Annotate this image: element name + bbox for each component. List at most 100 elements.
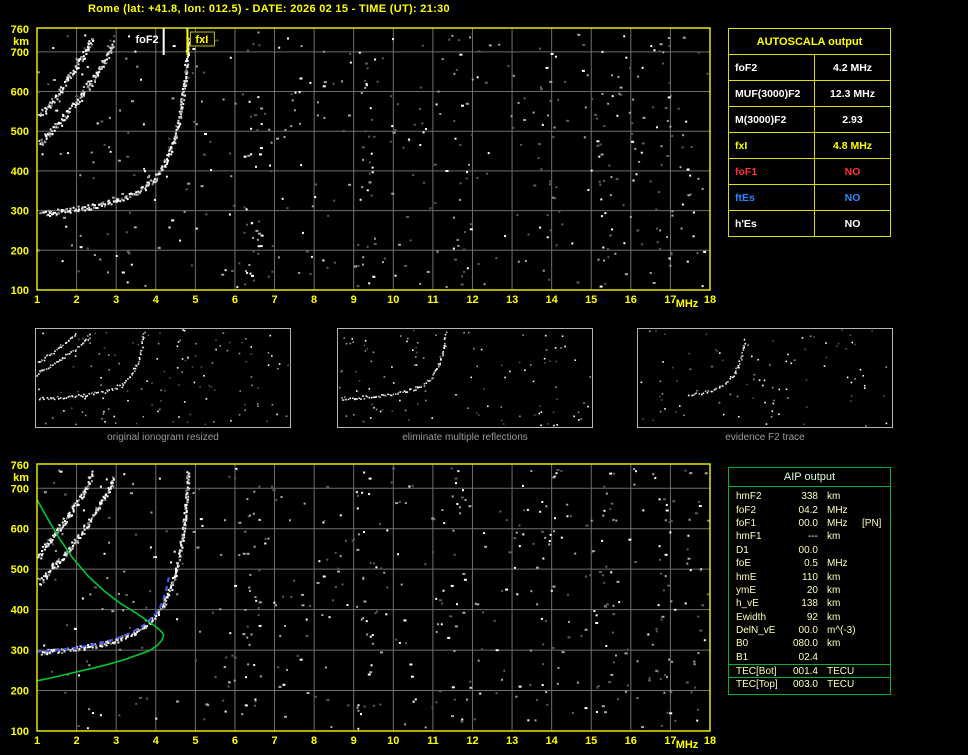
thumbnail-original-ionogram-image [36, 329, 289, 426]
autoscala-value: 2.93 [842, 113, 863, 126]
autoscala-param-label: foF1 [729, 159, 815, 184]
autoscala-param-label: M(3000)F2 [729, 107, 815, 132]
svg-text:760: 760 [11, 460, 29, 472]
svg-text:200: 200 [11, 686, 29, 698]
autoscala-row: fxI 4.8 MHz [729, 132, 890, 158]
svg-text:4: 4 [153, 294, 160, 306]
autoscala-output-table: AUTOSCALA output foF2 4.2 MHz MUF(3000)F2 1… [728, 28, 891, 237]
aip-table-body: hmF2 338 km foF2 04.2 MHz foF1 00.0 MHz [PN] hmF1 -… [729, 490, 890, 691]
svg-text:MHz: MHz [676, 739, 699, 751]
autoscala-value: NO [844, 217, 861, 230]
svg-text:9: 9 [351, 735, 357, 747]
svg-text:400: 400 [11, 166, 29, 178]
svg-text:18: 18 [704, 735, 716, 747]
svg-text:4: 4 [153, 735, 160, 747]
svg-text:500: 500 [11, 564, 29, 576]
svg-text:foF2: foF2 [135, 34, 158, 46]
main-ionogram-plot: foF2 fxI100200300400500600700760km1 2 3 4 5 6 7… [11, 24, 716, 310]
svg-text:1: 1 [34, 735, 40, 747]
aip-row: hmE 110 km [729, 570, 890, 583]
autoscala-row: h'Es NO [729, 210, 890, 236]
aip-param-label: foF1 [736, 517, 757, 529]
aip-value: 92 [806, 611, 818, 623]
thumbnail-caption-eliminate: eliminate multiple reflections [402, 432, 528, 443]
svg-text:6: 6 [232, 735, 238, 747]
svg-text:13: 13 [506, 735, 518, 747]
svg-text:600: 600 [11, 524, 29, 536]
svg-text:11: 11 [427, 735, 439, 747]
aip-row: Ewidth 92 km [729, 611, 890, 624]
svg-text:760: 760 [11, 24, 29, 36]
aip-value: 003.0 [792, 679, 818, 691]
aip-unit: MHz [827, 558, 848, 570]
profile-ionogram-plot: 100200300400500600700760km1 2 3 4 5 6 7 8 9 10 11 1… [11, 460, 716, 751]
aip-unit: TECU [827, 679, 855, 691]
aip-value: 00.0 [798, 517, 818, 529]
aip-unit: km [827, 638, 841, 650]
svg-text:1: 1 [34, 294, 40, 306]
svg-text:13: 13 [506, 294, 518, 306]
autoscala-row: MUF(3000)F2 12.3 MHz [729, 80, 890, 106]
autoscala-value: NO [844, 191, 861, 204]
aip-value: --- [808, 531, 818, 543]
aip-row: B1 02.4 [729, 651, 890, 664]
svg-text:8: 8 [311, 735, 317, 747]
aip-value: 001.4 [792, 665, 818, 677]
aip-row: hmF2 338 km [729, 490, 890, 503]
aip-row: B0 080.0 km [729, 637, 890, 650]
aip-table-title: AIP output [729, 468, 890, 487]
aip-value: 00.0 [798, 625, 818, 637]
aip-row: DelN_vE 00.0 m^(-3) [729, 624, 890, 637]
svg-text:100: 100 [11, 285, 29, 297]
svg-text:16: 16 [625, 294, 637, 306]
autoscala-param-label: ftEs [729, 185, 815, 210]
aip-unit: TECU [827, 665, 855, 677]
svg-text:700: 700 [11, 483, 29, 495]
svg-text:10: 10 [387, 294, 399, 306]
aip-value: 00.0 [798, 544, 818, 556]
aip-param-label: hmF1 [736, 531, 762, 543]
svg-text:17: 17 [664, 735, 676, 747]
svg-text:2: 2 [74, 294, 80, 306]
autoscala-table-body: foF2 4.2 MHz MUF(3000)F2 12.3 MHz M(3000)F2 2… [729, 54, 890, 236]
aip-row: TEC[Top] 003.0 TECU [729, 677, 890, 690]
svg-text:100: 100 [11, 726, 29, 738]
thumbnail-evidence-f2 [637, 328, 893, 428]
svg-text:18: 18 [704, 294, 716, 306]
aip-param-label: B0 [736, 638, 749, 650]
svg-text:2: 2 [74, 735, 80, 747]
svg-text:300: 300 [11, 206, 29, 218]
aip-param-label: B1 [736, 651, 749, 663]
aip-param-label: ymE [736, 584, 756, 596]
svg-text:km: km [13, 36, 29, 48]
svg-text:5: 5 [192, 735, 198, 747]
autoscala-value: NO [844, 165, 861, 178]
svg-text:15: 15 [585, 294, 597, 306]
svg-text:600: 600 [11, 87, 29, 99]
aip-unit: m^(-3) [827, 625, 856, 637]
aip-value: 110 [802, 571, 818, 583]
station-date-title: Rome (lat: +41.8, lon: 012.5) - DATE: 20… [88, 3, 450, 15]
aip-unit: km [827, 491, 841, 503]
thumbnail-original-ionogram [35, 328, 291, 428]
svg-text:14: 14 [545, 294, 558, 306]
autoscala-app-window: Rome (lat: +41.8, lon: 012.5) - DATE: 20… [0, 0, 968, 755]
autoscala-value: 4.2 MHz [832, 61, 873, 74]
autoscala-row: foF1 NO [729, 158, 890, 184]
svg-text:10: 10 [387, 735, 399, 747]
svg-text:MHz: MHz [676, 298, 699, 310]
aip-param-label: Ewidth [736, 611, 767, 623]
aip-value: 04.2 [798, 504, 818, 516]
svg-text:400: 400 [11, 605, 29, 617]
svg-text:16: 16 [625, 735, 637, 747]
aip-unit: km [827, 584, 841, 596]
aip-param-label: TEC[Bot] [736, 665, 777, 677]
autoscala-param-label: h'Es [729, 211, 815, 236]
aip-value: 080.0 [792, 638, 818, 650]
aip-unit: km [827, 611, 841, 623]
svg-text:3: 3 [113, 294, 119, 306]
aip-row: ymE 20 km [729, 584, 890, 597]
aip-param-label: TEC[Top] [736, 679, 778, 691]
autoscala-value: 4.8 MHz [832, 139, 873, 152]
thumbnail-caption-evidence: evidence F2 trace [725, 432, 805, 443]
